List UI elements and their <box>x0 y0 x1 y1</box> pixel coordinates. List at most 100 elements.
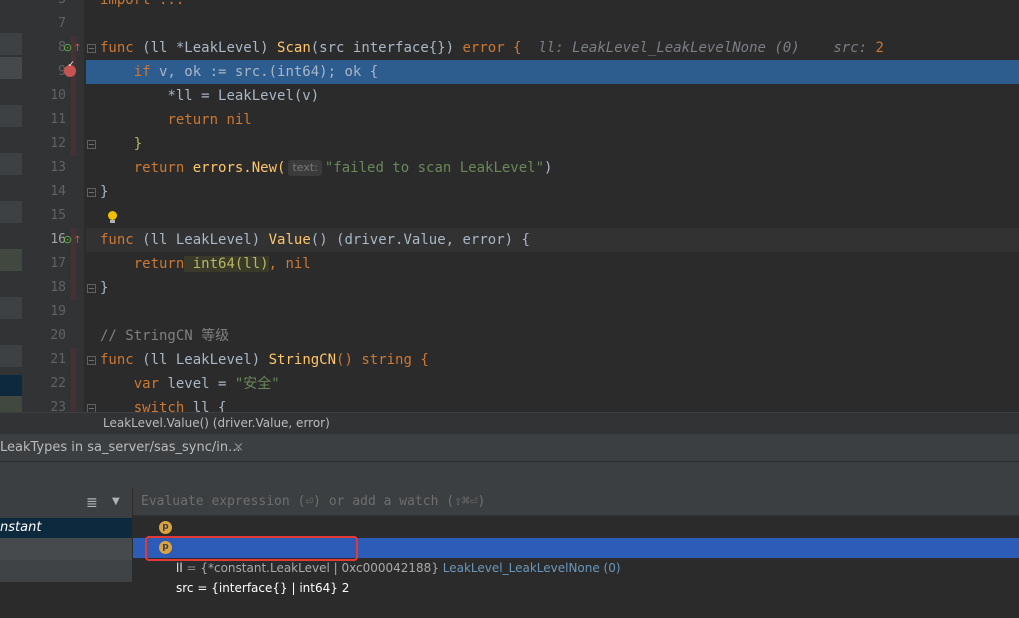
frame-item[interactable] <box>0 538 132 560</box>
line-number: 16 <box>50 232 66 247</box>
debug-session-tab[interactable]: LeakTypes in sa_server/sas_sync/in... <box>0 434 241 462</box>
line-number: 13 <box>50 160 66 175</box>
string-literal: "安全" <box>234 376 280 392</box>
code-text: } <box>100 280 109 296</box>
receiver: (ll LeakLevel) <box>142 352 261 368</box>
line-number: 22 <box>50 376 66 391</box>
code-text: , nil <box>268 256 311 272</box>
keyword: switch <box>133 400 185 412</box>
code-line: } <box>86 132 1019 156</box>
code-line: return errors.New(text: "failed to scan L… <box>86 156 1019 180</box>
code-text: level = <box>159 376 235 392</box>
function-name: Scan <box>277 40 311 56</box>
function-call: errors.New( <box>184 160 286 176</box>
debug-toolbar <box>0 462 1019 488</box>
panel-edge-block <box>0 33 22 55</box>
code-line: } <box>86 276 1019 300</box>
code-line: func (ll LeakLevel) StringCN() string { <box>86 348 1019 372</box>
panel-edge-block <box>0 375 22 397</box>
code-text: *ll = LeakLevel(v) <box>167 88 320 104</box>
code-text: v, ok := src.(int64); ok { <box>150 64 379 80</box>
line-number: 3 <box>22 0 66 12</box>
breadcrumb[interactable]: LeakLevel.Value() (driver.Value, error) <box>0 412 1019 434</box>
keyword: return <box>133 256 185 272</box>
params: (src interface{}) <box>310 40 455 56</box>
highlight-annotation <box>145 536 358 561</box>
variables-panel: Evaluate expression (⏎) or add a watch (… <box>133 488 1019 595</box>
line-number: 10 <box>50 88 66 103</box>
return-type: error { <box>462 40 522 56</box>
variable-text: src = {interface{} | int64} 2 <box>176 581 350 595</box>
code-line: import ... <box>86 0 1019 12</box>
vcs-change-marker[interactable] <box>71 36 76 156</box>
parameter-hint: text: <box>288 160 322 176</box>
line-number: 9 <box>58 64 66 79</box>
code-text: } <box>100 184 109 200</box>
function-call: int64(ll) <box>184 256 269 272</box>
line-number: 7 <box>58 16 66 31</box>
panel-edge-block <box>0 57 22 79</box>
implements-icon[interactable]: ⊙↑ <box>63 41 82 54</box>
breadcrumb-text[interactable]: LeakLevel.Value() (driver.Value, error) <box>103 413 330 433</box>
panel-edge-block <box>0 297 22 319</box>
line-number: 21 <box>50 352 66 367</box>
frame-item[interactable]: nstant <box>0 518 132 538</box>
keyword: var <box>133 376 160 392</box>
code-line: var level = "安全" <box>86 372 1019 396</box>
panel-edge-block <box>0 345 22 367</box>
editor-gutter[interactable]: 3 7 8 9 10 11 12 13 14 15 16 17 18 19 20… <box>22 0 84 415</box>
frame-item[interactable] <box>0 560 132 582</box>
receiver: (ll LeakLevel) <box>142 232 261 248</box>
signature: () (driver.Value, error) { <box>310 232 530 248</box>
code-line: *ll = LeakLevel(v) <box>86 84 1019 108</box>
inline-debug-value: ll: LeakLevel_LeakLevelNone (0) src: 2 <box>538 40 884 56</box>
variable-text: ll = {*constant.LeakLevel | 0xc000042188… <box>176 561 621 575</box>
code-line: } <box>86 180 1019 204</box>
evaluate-expression-input[interactable]: Evaluate expression (⏎) or add a watch (… <box>133 488 1019 516</box>
line-number: 11 <box>50 112 66 127</box>
close-icon[interactable]: × <box>233 434 244 462</box>
code-line: return int64(ll), nil <box>86 252 1019 276</box>
parameter-icon: p <box>159 521 172 534</box>
code-text: nil <box>218 112 252 128</box>
implements-icon[interactable]: ⊙↑ <box>63 233 82 246</box>
keyword: return <box>167 112 219 128</box>
chevron-down-icon[interactable]: ▼ <box>112 496 120 507</box>
code-line: // StringCN 等级 <box>86 324 1019 348</box>
panel-edge-block <box>0 201 22 223</box>
code-line: return nil <box>86 108 1019 132</box>
frame-label: nstant <box>0 520 42 535</box>
line-number: 20 <box>50 328 66 343</box>
receiver: (ll *LeakLevel) <box>142 40 269 56</box>
keyword: func <box>100 40 134 56</box>
code-text[interactable]: import ... <box>100 0 184 8</box>
line-number: 15 <box>50 208 66 223</box>
project-panel-edge <box>0 0 22 412</box>
function-name: Value <box>268 232 311 248</box>
line-number: 12 <box>50 136 66 151</box>
keyword: return <box>133 160 185 176</box>
line-number: 8 <box>58 40 66 55</box>
panel-edge-block <box>0 105 22 127</box>
string-literal: "failed to scan LeakLevel" <box>324 160 545 176</box>
code-editor[interactable]: import ... func (ll *LeakLevel) Scan(src… <box>86 0 1019 412</box>
panel-edge-block <box>0 153 22 175</box>
code-text: } <box>133 136 143 152</box>
panel-edge-block <box>0 249 22 271</box>
signature: () string { <box>336 352 429 368</box>
line-number: 19 <box>50 304 66 319</box>
keyword: func <box>100 232 134 248</box>
comment: // StringCN 等级 <box>100 328 230 344</box>
list-menu-icon[interactable]: ≣ <box>86 495 98 511</box>
debug-tab-bar: LeakTypes in sa_server/sas_sync/in... × <box>0 434 1019 462</box>
vcs-change-marker[interactable] <box>71 348 76 412</box>
keyword: func <box>100 352 134 368</box>
function-name: StringCN <box>268 352 337 368</box>
variable-row[interactable]: p ll = {*constant.LeakLevel | 0xc0000421… <box>133 518 1019 575</box>
keyword: if <box>133 64 151 80</box>
panel-edge-block <box>0 396 22 412</box>
code-text: ll { <box>184 400 227 412</box>
code-line: func (ll *LeakLevel) Scan(src interface{… <box>86 36 1019 60</box>
breakpoint-icon[interactable] <box>64 59 76 77</box>
code-line: func (ll LeakLevel) Value() (driver.Valu… <box>86 228 1019 252</box>
